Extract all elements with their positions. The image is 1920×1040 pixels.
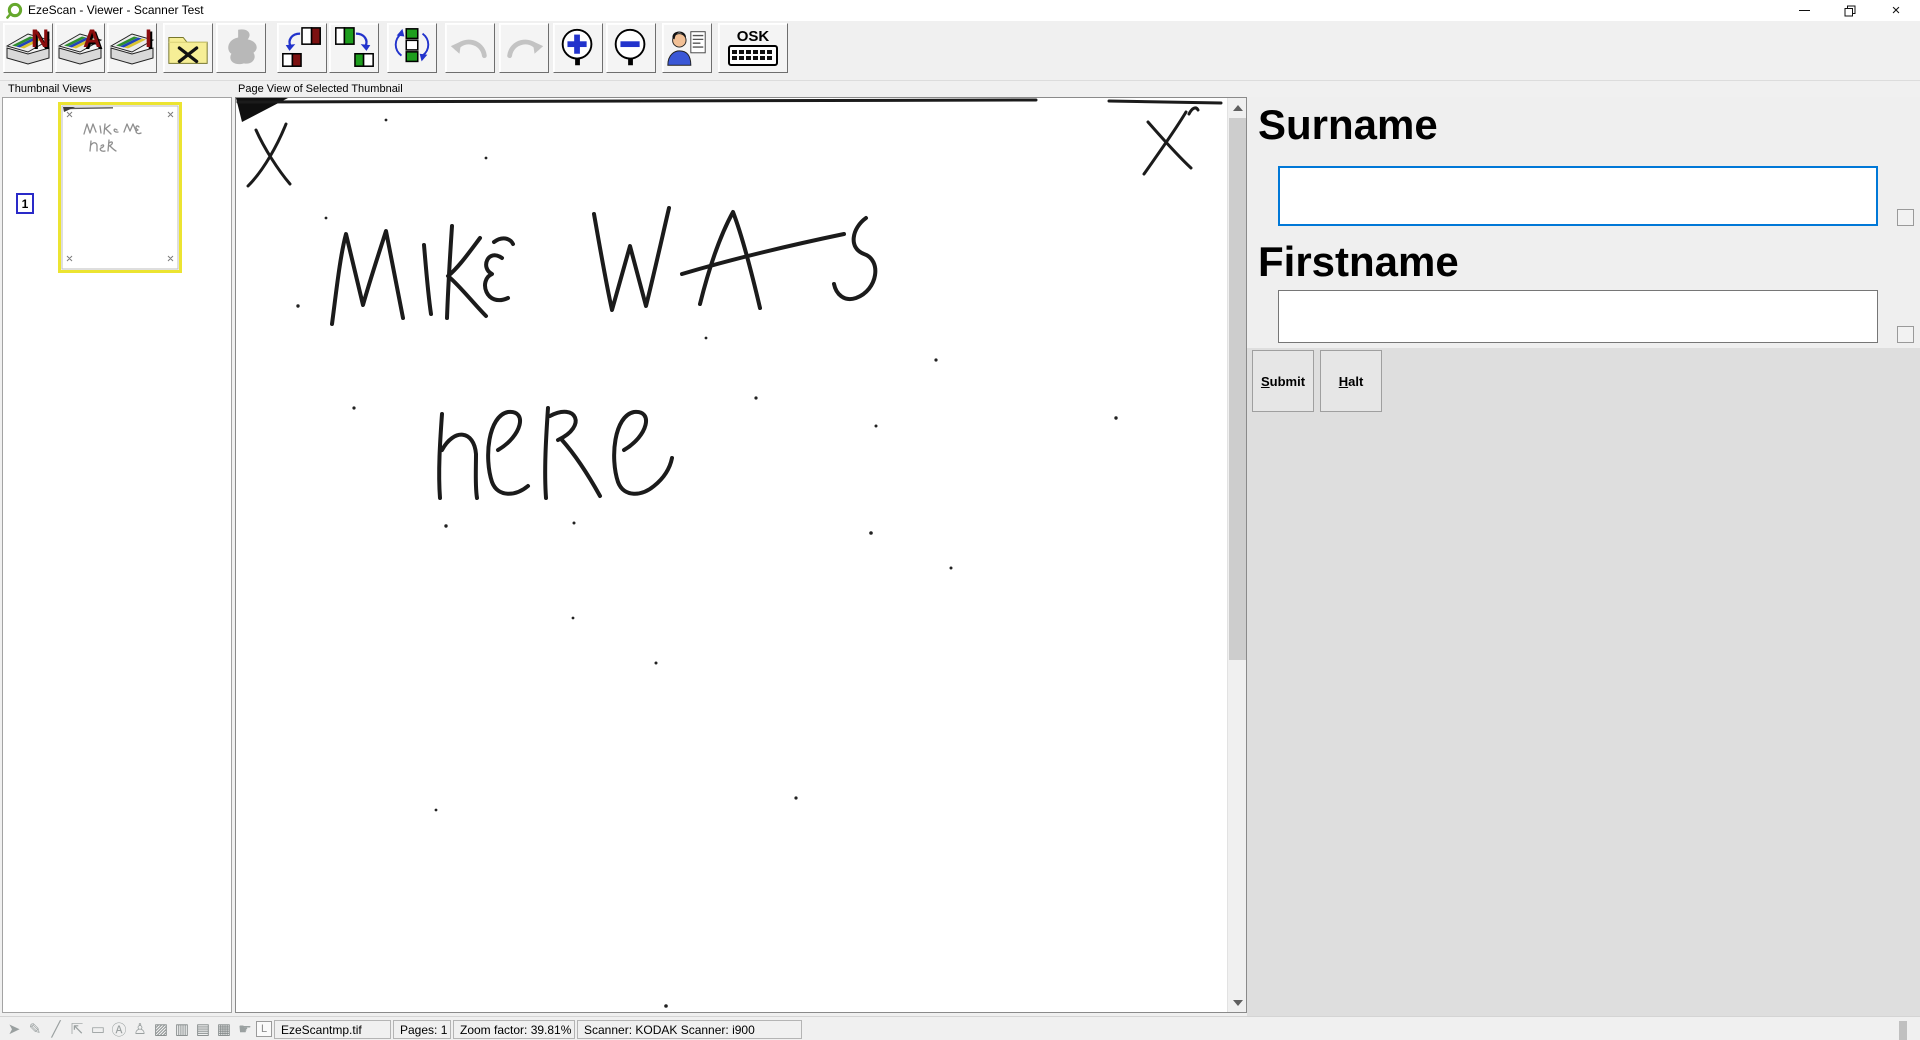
- scan-new-button[interactable]: N N: [3, 23, 53, 73]
- restore-button[interactable]: [1827, 0, 1873, 21]
- scanned-page-image: [236, 98, 1227, 1012]
- thumbnail-scan-image: [61, 105, 179, 270]
- rotate-right-button[interactable]: [329, 23, 379, 73]
- status-bar: ➤ ✎ ╱ ⇱ ▭ Ⓐ ♙ ▨ ▥ ▤ ▦ ☛ L EzeScantmp.tif…: [0, 1016, 1920, 1040]
- fill-tool-icon[interactable]: ▤: [194, 1020, 212, 1038]
- mode-indicator: L: [256, 1021, 272, 1037]
- main-toolbar: N N A A I I: [0, 21, 1920, 80]
- close-batch-button[interactable]: [163, 23, 213, 73]
- surname-label: Surname: [1258, 101, 1438, 149]
- text-annotation-icon[interactable]: Ⓐ: [110, 1019, 128, 1040]
- svg-text:OSK: OSK: [737, 28, 770, 45]
- delete-page-button[interactable]: [216, 23, 266, 73]
- operator-document-icon: [664, 25, 710, 71]
- undo-button[interactable]: [445, 23, 495, 73]
- rotate-left-button[interactable]: [277, 23, 327, 73]
- page-number-badge: 1: [16, 193, 34, 214]
- delete-page-icon: [218, 25, 264, 71]
- status-filename: EzeScantmp.tif: [274, 1020, 391, 1039]
- thumbnail-views-label: Thumbnail Views: [8, 83, 92, 95]
- svg-text:A: A: [83, 25, 101, 53]
- line-tool-icon[interactable]: ╱: [47, 1020, 65, 1038]
- status-pages: Pages: 1: [393, 1020, 451, 1039]
- close-icon: ×: [1892, 2, 1901, 19]
- annotation-toolbar: ➤ ✎ ╱ ⇱ ▭ Ⓐ ♙ ▨ ▥ ▤ ▦ ☛: [5, 1018, 254, 1040]
- thumbnail-panel: 1: [2, 97, 232, 1013]
- scan-insert-button[interactable]: I I: [107, 23, 157, 73]
- status-zoom-factor: Zoom factor: 39.81%: [453, 1020, 575, 1039]
- rotate-left-icon: [279, 25, 325, 71]
- close-button[interactable]: ×: [1873, 0, 1919, 21]
- osk-keyboard-icon: OSK: [721, 25, 785, 71]
- scroll-down-button[interactable]: [1228, 993, 1247, 1012]
- scan-append-button[interactable]: A A: [55, 23, 105, 73]
- redo-button[interactable]: [499, 23, 549, 73]
- folder-close-icon: [165, 25, 211, 71]
- firstname-input[interactable]: [1278, 290, 1878, 343]
- firstname-label: Firstname: [1258, 238, 1459, 286]
- undo-icon: [447, 25, 493, 71]
- rotate-180-icon: [389, 25, 435, 71]
- rotate-180-button[interactable]: [387, 23, 437, 73]
- panel-labels-row: Thumbnail Views Page View of Selected Th…: [0, 80, 1920, 97]
- svg-text:I: I: [145, 25, 152, 53]
- svg-text:N: N: [31, 25, 49, 53]
- status-scanner: Scanner: KODAK Scanner: i900: [577, 1020, 802, 1039]
- redact-tool-icon[interactable]: ▥: [173, 1020, 191, 1038]
- scanner-insert-icon: I I: [108, 24, 156, 72]
- pointer-tool-icon[interactable]: ➤: [5, 1020, 23, 1038]
- title-bar: EzeScan - Viewer - Scanner Test ×: [0, 0, 1920, 21]
- page-view-panel[interactable]: [235, 97, 1247, 1013]
- pen-tool-icon[interactable]: ✎: [26, 1020, 44, 1038]
- rectangle-tool-icon[interactable]: ▭: [89, 1020, 107, 1038]
- redo-icon: [501, 25, 547, 71]
- index-actions-area: Submit Halt: [1247, 348, 1920, 1016]
- highlight-tool-icon[interactable]: ▨: [152, 1020, 170, 1038]
- minimize-button[interactable]: [1781, 0, 1827, 21]
- zoom-in-icon: [555, 25, 601, 71]
- indexing-panel: Surname Firstname Submit Halt: [1247, 97, 1920, 1016]
- zoom-out-button[interactable]: [606, 23, 656, 73]
- on-screen-keyboard-button[interactable]: OSK: [718, 23, 788, 73]
- restore-icon: [1844, 5, 1856, 17]
- block-tool-icon[interactable]: ▦: [215, 1020, 233, 1038]
- scrollbar-thumb[interactable]: [1229, 118, 1246, 660]
- operator-action-button[interactable]: [662, 23, 712, 73]
- minimize-icon: [1799, 10, 1810, 12]
- zoom-in-button[interactable]: [553, 23, 603, 73]
- scanner-new-icon: N N: [4, 24, 52, 72]
- window-title: EzeScan - Viewer - Scanner Test: [28, 3, 204, 17]
- scroll-up-icon: [1233, 105, 1243, 111]
- index-fields-area: Surname Firstname: [1247, 97, 1920, 348]
- resize-grip[interactable]: [1899, 1021, 1907, 1040]
- vertical-scrollbar[interactable]: [1227, 98, 1246, 1012]
- halt-button[interactable]: Halt: [1320, 350, 1382, 412]
- page-view-label: Page View of Selected Thumbnail: [238, 83, 403, 95]
- submit-button[interactable]: Submit: [1252, 350, 1314, 412]
- surname-input[interactable]: [1278, 166, 1878, 226]
- rotate-right-icon: [331, 25, 377, 71]
- surname-side-box[interactable]: [1897, 209, 1914, 226]
- scroll-up-button[interactable]: [1228, 98, 1247, 117]
- ezescan-window: EzeScan - Viewer - Scanner Test × N N A: [0, 0, 1920, 1040]
- firstname-side-box[interactable]: [1897, 326, 1914, 343]
- stamp-tool-icon[interactable]: ♙: [131, 1020, 149, 1038]
- scanner-append-icon: A A: [56, 24, 104, 72]
- scroll-down-icon: [1233, 1000, 1243, 1006]
- page-thumbnail[interactable]: [58, 102, 182, 273]
- pan-tool-icon[interactable]: ☛: [236, 1020, 254, 1038]
- select-tool-icon[interactable]: ⇱: [68, 1020, 86, 1038]
- zoom-out-icon: [608, 25, 654, 71]
